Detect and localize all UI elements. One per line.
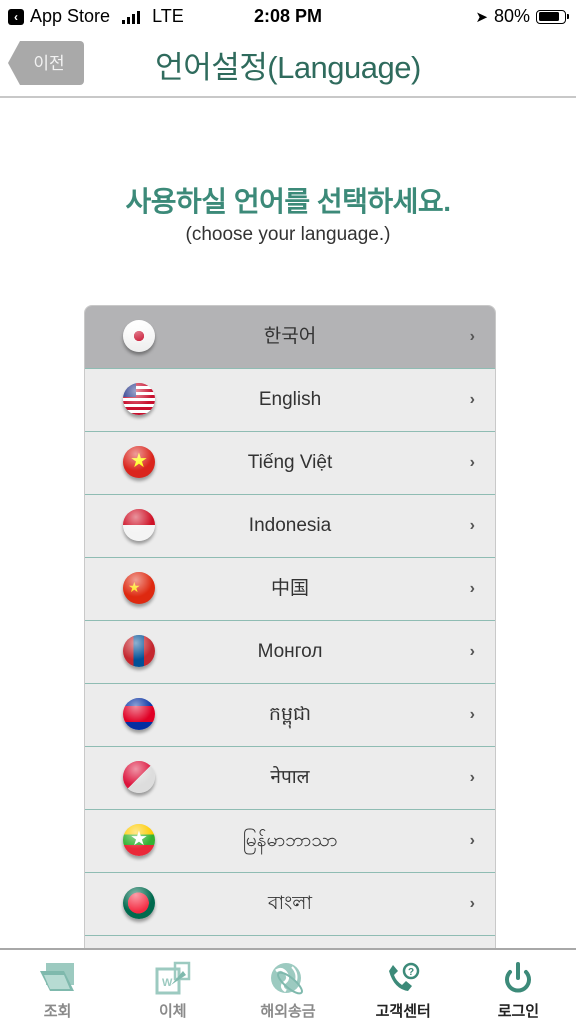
transfer-won-icon: W [153, 960, 193, 996]
tab-inquiry[interactable]: 조회 [0, 950, 115, 1026]
tab-customer-center[interactable]: ? 고객센터 [346, 950, 461, 1026]
chevron-right-icon: › [469, 328, 475, 345]
power-icon [498, 960, 538, 996]
language-list[interactable]: 한국어 › English › ★ Tiếng Việt › Indonesia › ★ 中国 › Мо… [84, 305, 496, 950]
chevron-right-icon: › [469, 580, 475, 597]
tab-label: 해외송금 [260, 1003, 316, 1020]
svg-text:?: ? [408, 967, 414, 978]
language-item-korea[interactable]: 한국어 › [85, 306, 495, 369]
prompt-subtitle: (choose your language.) [185, 224, 391, 245]
language-label: नेपाल [270, 767, 310, 788]
tab-label: 로그인 [497, 1003, 540, 1020]
chevron-right-icon: › [469, 517, 475, 534]
page-title: 언어설정(Language) [155, 50, 421, 85]
language-item-liberia[interactable]: English › [85, 369, 495, 432]
tab-bar: 조회 W 이체 해외송금 ? 고객센터 로그인 [0, 948, 576, 1026]
language-item-bangladesh[interactable]: বাংলা › [85, 873, 495, 936]
language-item-mongolia[interactable]: Монгол › [85, 621, 495, 684]
svg-text:W: W [162, 977, 173, 989]
location-icon: ➤ [475, 8, 488, 26]
tab-login[interactable]: 로그인 [461, 950, 576, 1026]
status-bar: ‹ App Store LTE 2:08 PM ➤ 80% [0, 0, 576, 34]
language-label: English [258, 389, 322, 410]
tab-label: 이체 [159, 1003, 187, 1020]
tab-label: 조회 [43, 1003, 72, 1020]
nav-header: 이전 언어설정(Language) [0, 34, 576, 98]
chevron-right-icon: › [469, 769, 475, 786]
language-item-indonesia[interactable]: Indonesia › [85, 495, 495, 558]
battery-icon [536, 9, 569, 24]
tab-overseas-remittance[interactable]: 해외송금 [230, 950, 345, 1026]
language-label: កម្ពុជា [268, 704, 312, 725]
language-label: 한국어 [263, 326, 317, 347]
prompt-title: 사용하실 언어를 선택하세요. [125, 186, 451, 217]
language-item-nepal[interactable]: नेपाल › [85, 747, 495, 810]
language-label: Монгол [257, 641, 323, 662]
language-label: 中国 [270, 578, 309, 599]
language-item-myanmar[interactable]: ★ မြန်မာဘာသာ › [85, 810, 495, 873]
chevron-right-icon: › [469, 832, 475, 849]
tab-transfer[interactable]: W 이체 [115, 950, 230, 1026]
language-label: Indonesia [248, 515, 332, 536]
language-label: Tiếng Việt [247, 452, 333, 473]
phone-help-icon: ? [383, 960, 423, 996]
language-label: বাংলা [268, 893, 312, 914]
chevron-right-icon: › [469, 706, 475, 723]
chevron-right-icon: › [469, 643, 475, 660]
language-item-cambodia[interactable]: កម្ពុជា › [85, 684, 495, 747]
tab-label: 고객센터 [375, 1003, 431, 1020]
globe-icon [268, 960, 308, 996]
chevron-right-icon: › [469, 454, 475, 471]
chevron-right-icon: › [469, 391, 475, 408]
battery-percent: 80% [493, 6, 530, 26]
language-item-china[interactable]: ★ 中国 › [85, 558, 495, 621]
language-item-vietnam[interactable]: ★ Tiếng Việt › [85, 432, 495, 495]
language-label: မြန်မာဘာသာ [242, 830, 338, 851]
chevron-right-icon: › [469, 895, 475, 912]
folder-icon [38, 960, 78, 996]
